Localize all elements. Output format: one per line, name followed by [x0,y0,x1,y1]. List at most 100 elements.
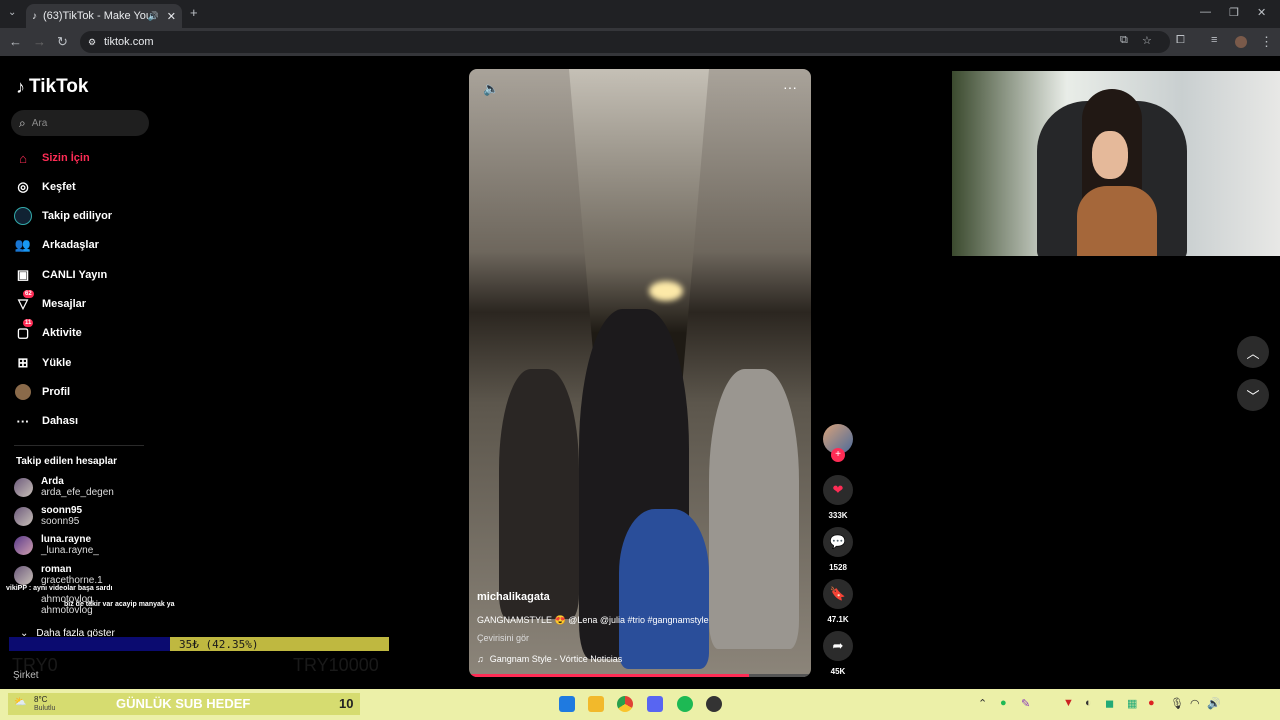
nav-item-messages[interactable]: ▽ 62 Mesajlar [14,290,86,315]
close-tab-icon[interactable]: ✕ [167,10,176,23]
donation-goal-bar: 35₺ (42.35%) [9,637,389,651]
comment-button[interactable]: 💬 1528 [822,527,854,572]
avatar [14,477,33,497]
chevron-up-icon: ︿ [1246,345,1260,361]
tray-chevron-icon[interactable]: ⌃ [978,697,987,710]
following-avatar-icon [14,207,32,225]
tiktok-note-icon: ♪ [16,76,25,97]
nav-label: Dahası [42,415,79,427]
music-link[interactable]: ♫ Gangnam Style - Vórtice Noticias [477,654,622,664]
nav-item-upload[interactable]: ⊞ Yükle [14,352,72,374]
tray-volume-icon[interactable]: 🔊 [1207,697,1221,710]
author-avatar-button[interactable]: + [822,424,854,462]
nav-label: Arkadaşlar [42,239,99,251]
follow-plus-icon[interactable]: + [831,448,845,462]
video-progress-fill [469,674,750,677]
search-placeholder: Ara [31,117,48,129]
following-account[interactable]: roman gracethorne.1 [14,564,103,586]
tray-pen-icon[interactable]: ✎ [1021,697,1030,710]
streamer-webcam [952,71,1280,256]
more-options-icon[interactable]: ··· [783,79,797,95]
nav-item-live[interactable]: ▣ CANLI Yayın [14,264,107,286]
account-name: Arda [41,476,64,487]
extensions-icon[interactable]: ⧠ [1176,34,1185,47]
obs-icon[interactable] [706,696,722,712]
previous-video-button[interactable]: ︿ [1237,336,1269,368]
tray-record-icon[interactable]: ● [1148,697,1155,709]
video-player[interactable]: 🔈 ··· michalikagata GANGNAMSTYLE 😍 @Lena… [469,69,811,677]
forward-icon[interactable]: → [33,34,46,49]
tray-nvidia-icon[interactable]: ◼ [1105,697,1114,710]
tray-wifi-icon[interactable]: ◠ [1190,697,1200,710]
following-account[interactable]: Arda arda_efe_degen [14,476,114,498]
search-input[interactable]: ⌕ Ara [11,110,149,136]
nav-item-following[interactable]: Takip ediliyor [14,205,112,227]
activity-badge: 11 [23,319,34,327]
see-translation-link[interactable]: Çevirisini gör [477,633,529,643]
reading-list-icon[interactable]: ≡ [1211,34,1217,46]
site-info-icon[interactable]: ⚙ [88,37,96,48]
nav-label: Sizin İçin [42,152,90,164]
chrome-icon[interactable] [617,696,633,712]
avatar [14,535,33,555]
activity-icon: ▢ 11 [16,319,34,340]
stream-chat-message: biz de takir var acayip manyak ya [64,601,175,608]
nav-item-profile[interactable]: Profil [14,381,70,403]
following-account[interactable]: luna.rayne _luna.rayne_ [14,534,99,556]
nav-item-for-you[interactable]: ⌂ Sizin İçin [14,147,90,169]
windows-start-icon[interactable] [559,696,575,712]
stream-chat-message: vikiPP : aynı videolar başa sardı [6,585,113,592]
nav-item-activity[interactable]: ▢ 11 Aktivite [14,319,82,344]
tab-search-icon[interactable]: ⌄ [8,7,16,18]
nav-item-explore[interactable]: ◎ Keşfet [14,176,75,198]
nav-item-more[interactable]: ··· Dahası [14,410,79,432]
comment-count: 1528 [829,563,847,572]
following-heading: Takip edilen hesaplar [16,456,117,467]
maximize-button[interactable]: ❐ [1229,6,1239,19]
following-account[interactable]: soonn95 soonn95 [14,505,82,527]
logo-text: TikTok [29,76,89,97]
close-window-button[interactable]: ✕ [1257,6,1266,19]
minimize-button[interactable]: — [1200,6,1211,18]
chevron-down-icon: ﹀ [1246,388,1260,404]
install-icon[interactable]: ⧉ [1120,34,1128,47]
next-video-button[interactable]: ﹀ [1237,379,1269,411]
profile-avatar[interactable] [1235,36,1247,48]
tray-network-icon[interactable]: ▦ [1127,697,1137,710]
menu-kebab-icon[interactable]: ⋮ [1260,34,1273,50]
video-progress-bar[interactable] [469,674,811,677]
donation-goal-text: 35₺ (42.35%) [179,638,259,651]
goal-start-label: TRY0 [12,655,58,675]
reload-icon[interactable]: ↻ [57,34,68,50]
address-input[interactable]: ⚙ tiktok.com [80,31,1170,53]
tray-mic-icon[interactable]: 🎙 [1170,697,1184,710]
new-tab-button[interactable]: + [190,5,198,20]
nav-item-friends[interactable]: 👥 Arkadaşlar [14,234,99,256]
bookmark-star-icon[interactable]: ☆ [1142,34,1152,47]
weather-desc: Bulutlu [34,705,56,712]
sidebar: ♪ TikTok ⌕ Ara ⌂ Sizin İçin ◎ Keşfet Takip… [0,58,160,688]
video-frame-jeans [619,509,709,669]
url-text: tiktok.com [104,36,154,48]
file-explorer-icon[interactable] [588,696,604,712]
spotify-icon[interactable] [677,696,693,712]
back-icon[interactable]: ← [9,34,22,49]
video-author[interactable]: michalikagata [477,591,550,603]
tray-spotify-icon[interactable]: ● [1000,697,1007,709]
like-button[interactable]: ❤ 333K [822,475,854,520]
share-icon: ➦ [823,631,853,661]
tiktok-logo[interactable]: ♪ TikTok [16,76,88,98]
tray-shield-icon[interactable]: ▼ [1063,697,1074,709]
mute-icon[interactable]: 🔈 [483,81,499,97]
browser-tab[interactable]: ♪ (63)TikTok - Make Your Day 🔊 ✕ [26,4,182,28]
discord-icon[interactable] [647,696,663,712]
webcam-face [1092,131,1128,179]
tray-app-icon[interactable]: ◐ [1085,697,1092,709]
video-frame-light [649,281,683,301]
save-button[interactable]: 🔖 47.1K [822,579,854,624]
account-user: soonn95 [41,516,80,527]
speaker-icon[interactable]: 🔊 [148,11,159,22]
tiktok-favicon-icon: ♪ [32,10,37,22]
weather-icon[interactable]: ⛅ [14,697,26,708]
share-button[interactable]: ➦ 45K [822,631,854,676]
